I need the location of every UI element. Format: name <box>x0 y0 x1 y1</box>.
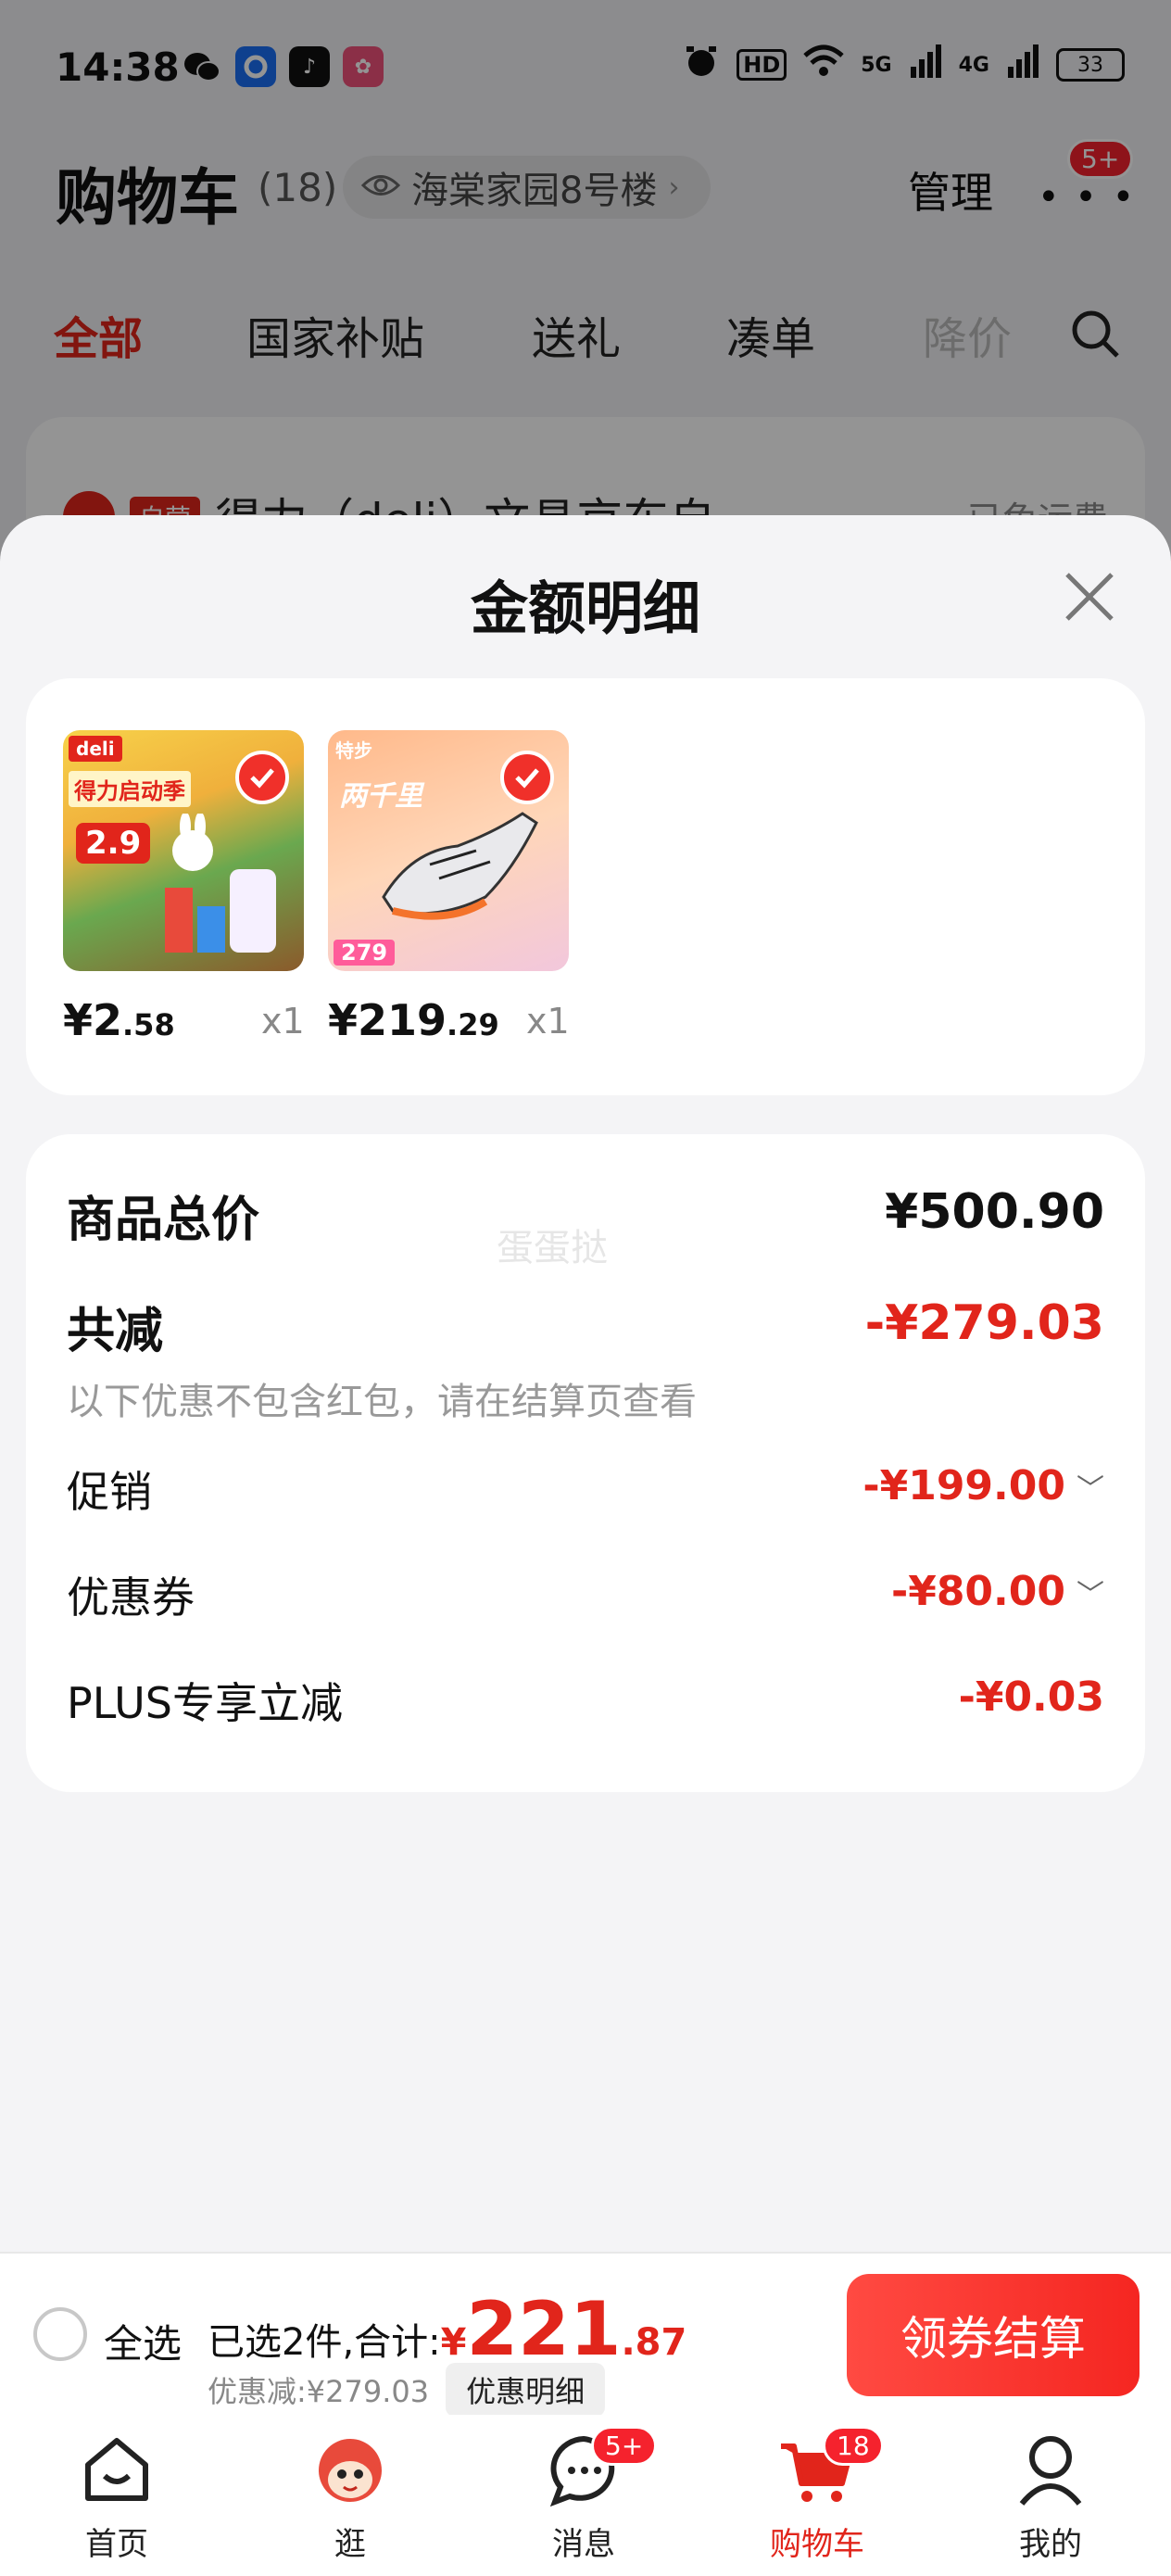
discount-text: 优惠减:¥279.03 <box>208 2374 430 2409</box>
toy-illustration-icon <box>165 814 276 953</box>
sheet-title: 金额明细 <box>470 575 700 642</box>
product-image-price: 2.9 <box>76 823 151 864</box>
discount-summary: 优惠减:¥279.03 优惠明细 <box>208 2363 606 2417</box>
total-price-value: ¥500.90 <box>885 1184 1104 1240</box>
tabbar-label: 首页 <box>85 2526 148 2563</box>
total-int: 221 <box>466 2286 622 2372</box>
goods-quantity: x1 <box>526 1001 570 1042</box>
tabbar-cart[interactable]: 18 购物车 <box>743 2426 891 2564</box>
home-icon <box>75 2428 158 2511</box>
bottom-tab-bar: 首页 逛 5+ 消息 18 购物车 我的 <box>0 2415 1171 2576</box>
goods-price-dec: .29 <box>447 1007 499 1042</box>
select-all-radio[interactable] <box>33 2307 87 2361</box>
plus-discount-amount: -¥0.03 <box>958 1673 1104 1721</box>
close-icon[interactable] <box>1056 563 1123 630</box>
selected-count-text: 已选2件,合计: <box>208 2321 441 2364</box>
message-badge: 5+ <box>591 2426 658 2466</box>
goods-item[interactable]: 特步 两千里 279 ¥219.29 x1 <box>328 730 570 1045</box>
currency-symbol: ¥ <box>440 2321 467 2364</box>
goods-price: ¥219.29 <box>328 995 499 1045</box>
coupon-label: 优惠券 <box>67 1572 195 1623</box>
select-all-label[interactable]: 全选 <box>104 2313 182 2369</box>
tabbar-profile[interactable]: 我的 <box>976 2428 1125 2564</box>
brand-logo: 特步 <box>335 739 372 762</box>
discount-detail-button[interactable]: 优惠明细 <box>446 2363 606 2417</box>
chevron-down-icon: ﹀ <box>1077 1578 1104 1611</box>
total-price-label: 商品总价 <box>67 1193 260 1248</box>
goods-price: ¥2.58 <box>63 995 175 1045</box>
total-dec: .87 <box>621 2321 687 2364</box>
reduction-note: 以下优惠不包含红包，请在结算页查看 <box>67 1381 697 1423</box>
goods-item[interactable]: deli 得力启动季 2.9 ¥2.58 x1 <box>63 730 305 1045</box>
checkmark-icon <box>500 751 554 804</box>
mascot-icon <box>308 2428 392 2511</box>
product-image: 特步 两千里 279 <box>328 730 569 971</box>
coupon-value: -¥80.00 <box>890 1568 1065 1615</box>
product-image-headline: 得力启动季 <box>69 771 191 807</box>
promotion-row-value[interactable]: -¥199.00 ﹀ <box>863 1462 1104 1509</box>
tabbar-messages[interactable]: 5+ 消息 <box>510 2426 658 2564</box>
plus-discount-label: PLUS专享立减 <box>67 1678 343 1728</box>
product-image: deli 得力启动季 2.9 <box>63 730 304 971</box>
tabbar-label: 我的 <box>1019 2526 1082 2563</box>
tabbar-browse[interactable]: 逛 <box>276 2428 424 2564</box>
brand-logo: deli <box>69 736 122 762</box>
checkout-bar: 全选 已选2件,合计: ¥ 221 .87 优惠减:¥279.03 优惠明细 领… <box>0 2252 1171 2417</box>
profile-icon <box>1009 2428 1092 2511</box>
checkout-button[interactable]: 领券结算 <box>847 2274 1140 2396</box>
price-breakdown-card: 蛋蛋挞 商品总价 ¥500.90 共减 -¥279.03 以下优惠不包含红包，请… <box>26 1134 1145 1792</box>
total-reduction-value: -¥279.03 <box>864 1295 1104 1351</box>
tabbar-label: 消息 <box>552 2526 615 2563</box>
plus-discount-value: -¥0.03 <box>959 1673 1104 1721</box>
total-summary: 已选2件,合计: ¥ 221 .87 <box>208 2292 686 2367</box>
tabbar-home[interactable]: 首页 <box>43 2428 191 2564</box>
total-reduction-label: 共减 <box>67 1304 164 1359</box>
tabbar-label: 逛 <box>334 2526 366 2563</box>
goods-quantity: x1 <box>261 1001 305 1042</box>
promotion-label: 促销 <box>67 1467 152 1517</box>
shoe-illustration-icon <box>382 812 538 920</box>
coupon-row-value[interactable]: -¥80.00 ﹀ <box>891 1568 1104 1615</box>
cart-badge: 18 <box>823 2426 884 2466</box>
goods-price-int: ¥2 <box>63 995 123 1045</box>
chevron-down-icon: ﹀ <box>1077 1472 1104 1506</box>
checkmark-icon <box>235 751 289 804</box>
promotion-value: -¥199.00 <box>863 1462 1065 1509</box>
watermark: 蛋蛋挞 <box>497 1227 608 1269</box>
tabbar-label: 购物车 <box>770 2526 864 2563</box>
product-image-price: 279 <box>334 940 396 966</box>
goods-price-dec: .58 <box>122 1007 175 1042</box>
selected-goods-card: deli 得力启动季 2.9 ¥2.58 x1 特步 两千里 279 ¥219.… <box>26 678 1145 1095</box>
goods-price-int: ¥219 <box>328 995 447 1045</box>
